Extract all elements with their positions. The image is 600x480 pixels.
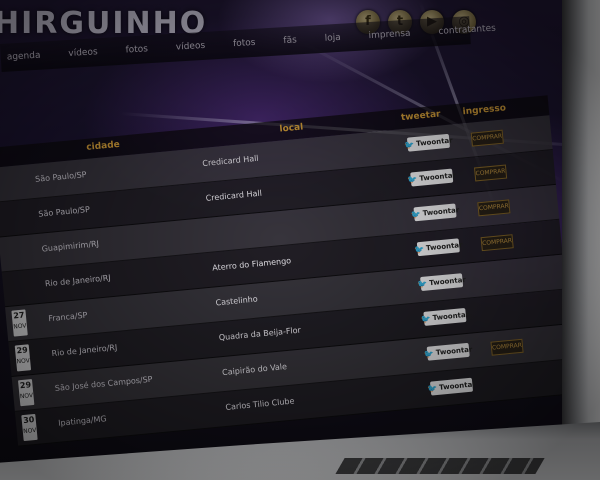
tweet-button-label: Twoontar — [422, 206, 460, 218]
date-month: NOV — [16, 357, 31, 366]
column-header-cidade: cidade — [85, 139, 121, 153]
nav-item-fotos-2[interactable]: fotos — [219, 37, 270, 50]
venue-cell: Castelinho — [215, 294, 259, 308]
date-month: NOV — [22, 426, 37, 436]
venue-cell: Aterro do Flamengo — [211, 256, 292, 273]
date-badge: 30 NOV — [21, 413, 38, 442]
city-cell: São Paulo/SP — [38, 204, 91, 219]
city-cell: São José dos Campos/SP — [54, 374, 153, 393]
buy-ticket-button[interactable]: COMPRAR — [480, 234, 514, 252]
date-day: 29 — [16, 345, 29, 356]
column-header-tweetar: tweetar — [400, 109, 441, 124]
venue-cell: Credicard Hall — [201, 153, 259, 169]
venue-cell: Credicard Hall — [205, 188, 263, 203]
buy-ticket-button[interactable]: COMPRAR — [490, 338, 524, 356]
tweet-button[interactable]: 🐦 Twoontar — [407, 168, 457, 187]
nav-item-videos[interactable]: vídeos — [54, 46, 112, 59]
tweet-button[interactable]: 🐦 Twoontar — [420, 307, 470, 326]
tweet-button[interactable]: 🐦 Twoontar — [417, 273, 467, 292]
date-badge: 27 NOV — [11, 309, 28, 337]
nav-item-loja[interactable]: loja — [310, 32, 355, 45]
nav-item-fotos[interactable]: fotos — [111, 43, 162, 56]
city-cell: Ipatinga/MG — [57, 414, 107, 428]
date-day: 30 — [22, 415, 35, 426]
agenda-table: cidade local tweetar ingresso São Paulo/… — [0, 95, 576, 447]
tweet-button-label: Twoontar — [425, 240, 463, 253]
city-cell: São Paulo/SP — [34, 170, 87, 184]
tweet-button-label: Twoontar — [419, 171, 457, 183]
tweet-button-label: Twoontar — [428, 275, 467, 288]
tweet-button-label: Twoontar — [415, 136, 454, 148]
city-cell: Rio de Janeiro/RJ — [51, 342, 118, 359]
nav-item-imprensa[interactable]: imprensa — [354, 28, 424, 42]
keyboard-keys — [335, 458, 545, 474]
twitter-bird-icon: 🐦 — [407, 174, 418, 185]
tweet-button[interactable]: 🐦 Twoontar — [413, 238, 463, 257]
date-month: NOV — [19, 392, 34, 401]
date-month: NOV — [13, 322, 27, 331]
buy-ticket-button[interactable]: COMPRAR — [477, 199, 511, 217]
twitter-bird-icon: 🐦 — [417, 278, 428, 289]
city-cell: Rio de Janeiro/RJ — [44, 273, 112, 289]
nav-item-fas[interactable]: fãs — [269, 35, 311, 47]
twitter-bird-icon: 🐦 — [410, 209, 422, 220]
tweet-button[interactable]: 🐦 Twoontar — [410, 203, 460, 222]
twitter-bird-icon: 🐦 — [413, 244, 425, 255]
date-day: 29 — [19, 380, 32, 391]
column-header-local: local — [279, 122, 304, 135]
date-badge: 29 NOV — [14, 344, 32, 372]
tweet-button[interactable]: 🐦 Twoontar — [403, 133, 454, 152]
city-cell: Guapimirim/RJ — [41, 239, 100, 254]
table-body: São Paulo/SP Credicard Hall 🐦 Twoontar COMPR… — [0, 115, 576, 447]
buy-ticket-button[interactable]: COMPRAR — [473, 164, 508, 182]
twitter-bird-icon: 🐦 — [423, 348, 435, 359]
laptop-bezel — [562, 0, 600, 480]
venue-cell: Caipirão do Vale — [221, 362, 288, 378]
date-badge: 29 NOV — [17, 379, 35, 407]
tweet-button[interactable]: 🐦 Twoontar — [423, 342, 473, 361]
twitter-bird-icon: 🐦 — [403, 139, 415, 150]
tweet-button-label: Twoontar — [435, 345, 473, 357]
tweet-button-label: Twoontar — [438, 380, 477, 392]
nav-item-agenda[interactable]: agenda — [1, 50, 55, 63]
venue-cell: Carlos Tilio Clube — [225, 396, 295, 412]
column-header-ingresso: ingresso — [462, 103, 507, 118]
city-cell: Franca/SP — [47, 310, 88, 324]
nav-item-videos-2[interactable]: vídeos — [162, 40, 220, 53]
venue-cell: Quadra da Beija-Flor — [218, 325, 302, 343]
date-day: 27 — [12, 310, 25, 321]
tweet-button[interactable]: 🐦 Twoontar — [426, 377, 477, 396]
buy-ticket-button[interactable]: COMPRAR — [470, 129, 504, 147]
twitter-bird-icon: 🐦 — [420, 313, 432, 324]
twitter-bird-icon: 🐦 — [426, 383, 438, 394]
tweet-button-label: Twoontar — [432, 310, 470, 323]
